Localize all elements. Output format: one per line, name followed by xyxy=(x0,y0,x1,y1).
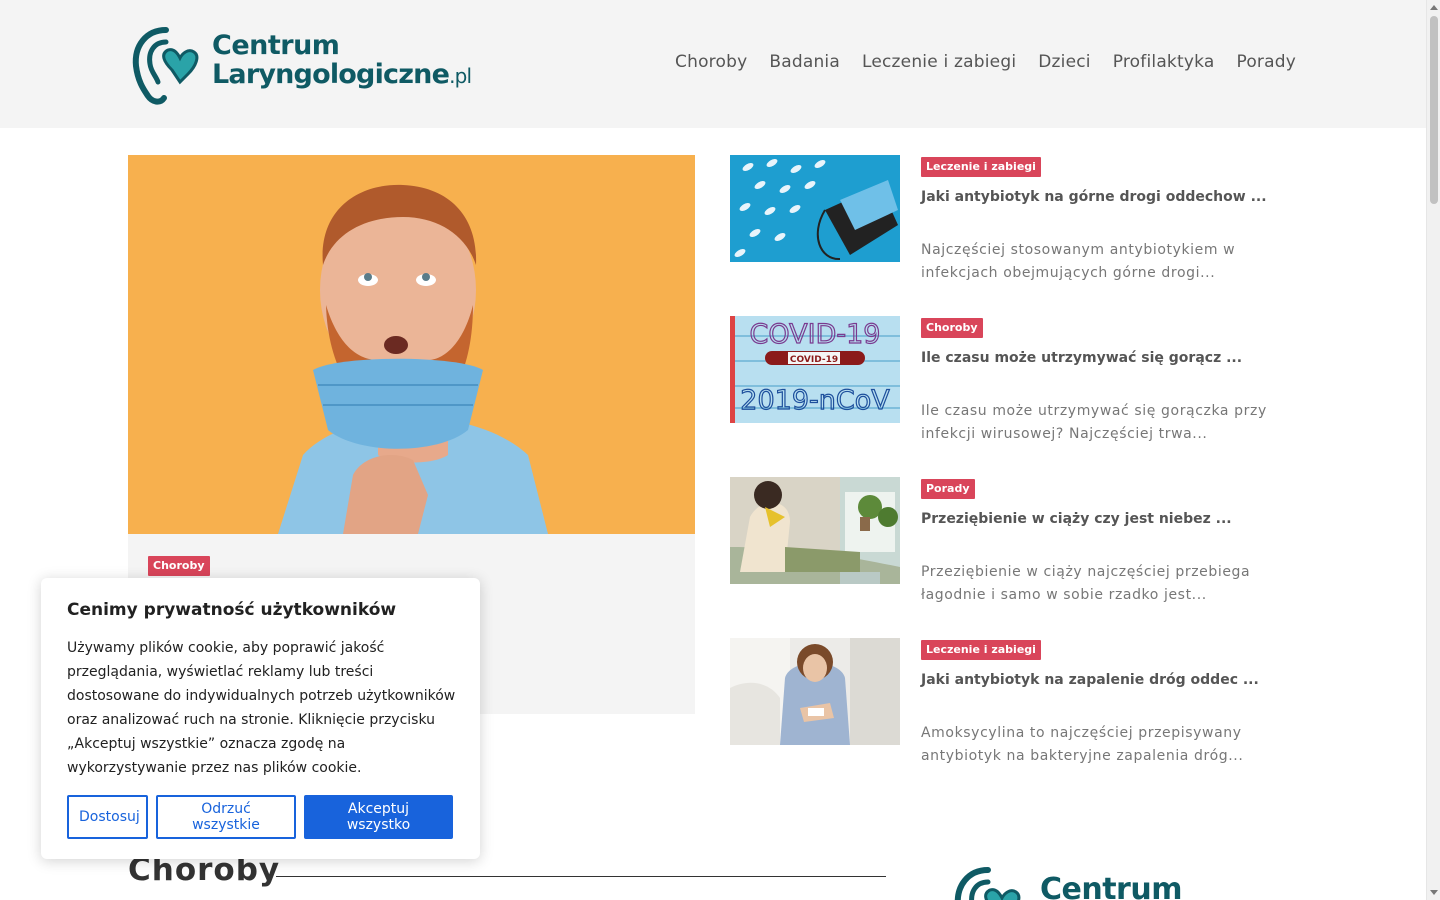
reject-all-button[interactable]: Odrzuć wszystkie xyxy=(156,795,296,839)
page: Centrum Laryngologiczne.pl Choroby Badan… xyxy=(0,0,1440,900)
scroll-thumb[interactable] xyxy=(1430,16,1438,204)
featured-image[interactable] xyxy=(128,155,695,534)
accept-all-button[interactable]: Akceptuj wszystko xyxy=(304,795,453,839)
section-divider xyxy=(276,876,886,877)
logo-wordmark: Centrum Laryngologiczne.pl xyxy=(212,30,472,90)
nav-item-badania[interactable]: Badania xyxy=(769,52,840,72)
cookie-description: Używamy plików cookie, aby poprawić jako… xyxy=(67,640,456,776)
post-title[interactable]: Jaki antybiotyk na górne drogi oddechow … xyxy=(921,189,1267,205)
featured-category-tag[interactable]: Choroby xyxy=(148,556,210,576)
logo-line1: Centrum xyxy=(212,30,340,61)
post-title[interactable]: Jaki antybiotyk na zapalenie dróg oddec … xyxy=(921,672,1259,688)
post-thumbnail[interactable]: COVID-19 COVID-19 2019-nCoV xyxy=(730,316,900,423)
sidebar-logo[interactable]: Centrum xyxy=(952,862,1192,900)
pregnant-woman-image xyxy=(730,477,900,584)
logo-line2: Laryngologiczne.pl xyxy=(212,59,472,90)
main-nav: Choroby Badania Leczenie i zabiegi Dziec… xyxy=(675,52,1296,72)
post-excerpt: Ile czasu może utrzymywać się gorączka p… xyxy=(921,403,1267,442)
side-post[interactable]: Leczenie i zabiegi Jaki antybiotyk na gó… xyxy=(730,155,1300,281)
scroll-down-icon[interactable] xyxy=(1430,890,1438,895)
logo-line2-text: Laryngologiczne xyxy=(212,59,450,90)
post-title[interactable]: Przeziębienie w ciąży czy jest niebez ..… xyxy=(921,511,1232,527)
ncov-handwritten-label: 2019-nCoV xyxy=(740,385,890,416)
post-thumbnail[interactable] xyxy=(730,477,900,584)
side-post[interactable]: Porady Przeziębienie w ciąży czy jest ni… xyxy=(730,477,1300,603)
side-post[interactable]: COVID-19 COVID-19 2019-nCoV Choroby Ile … xyxy=(730,316,1300,442)
post-category-tag[interactable]: Choroby xyxy=(921,318,983,338)
cookie-consent-banner: Cenimy prywatność użytkowników Używamy p… xyxy=(41,578,480,859)
post-thumbnail[interactable] xyxy=(730,155,900,262)
covid-mask-image: COVID-19 COVID-19 2019-nCoV xyxy=(730,316,900,423)
post-thumbnail[interactable] xyxy=(730,638,900,745)
ear-heart-logo-icon xyxy=(954,867,1021,900)
test-tube-label: COVID-19 xyxy=(790,355,838,365)
post-category-tag[interactable]: Leczenie i zabiegi xyxy=(921,157,1041,177)
post-category-tag[interactable]: Porady xyxy=(921,479,975,499)
post-title[interactable]: Ile czasu może utrzymywać się gorącz ... xyxy=(921,350,1242,366)
cookie-title: Cenimy prywatność użytkowników xyxy=(67,600,397,620)
woman-with-pills-image xyxy=(730,638,900,745)
customize-button[interactable]: Dostosuj xyxy=(67,795,148,839)
pills-and-masks-image xyxy=(730,155,900,262)
sidebar-logo-text: Centrum xyxy=(1040,872,1182,900)
nav-item-porady[interactable]: Porady xyxy=(1236,52,1296,72)
post-excerpt: Amoksycylina to najczęściej przepisywany… xyxy=(921,725,1244,764)
side-post[interactable]: Leczenie i zabiegi Jaki antybiotyk na za… xyxy=(730,638,1300,764)
site-logo[interactable]: Centrum Laryngologiczne.pl xyxy=(130,24,472,108)
man-with-mask-image xyxy=(128,155,695,534)
cookie-actions: Dostosuj Odrzuć wszystkie Akceptuj wszys… xyxy=(67,795,453,839)
covid-handwritten-label: COVID-19 xyxy=(750,319,881,350)
nav-item-dzieci[interactable]: Dzieci xyxy=(1038,52,1090,72)
post-excerpt: Przeziębienie w ciąży najczęściej przebi… xyxy=(921,564,1251,603)
nav-item-choroby[interactable]: Choroby xyxy=(675,52,747,72)
scroll-up-icon[interactable] xyxy=(1430,5,1438,10)
site-header: Centrum Laryngologiczne.pl Choroby Badan… xyxy=(0,0,1426,128)
ear-heart-logo-icon xyxy=(132,27,199,105)
nav-item-profilaktyka[interactable]: Profilaktyka xyxy=(1113,52,1215,72)
page-scrollbar[interactable] xyxy=(1426,0,1440,900)
nav-item-leczenie-i-zabiegi[interactable]: Leczenie i zabiegi xyxy=(862,52,1016,72)
post-category-tag[interactable]: Leczenie i zabiegi xyxy=(921,640,1041,660)
post-excerpt: Najczęściej stosowanym antybiotykiem w i… xyxy=(921,242,1236,281)
logo-suffix: .pl xyxy=(449,64,472,88)
